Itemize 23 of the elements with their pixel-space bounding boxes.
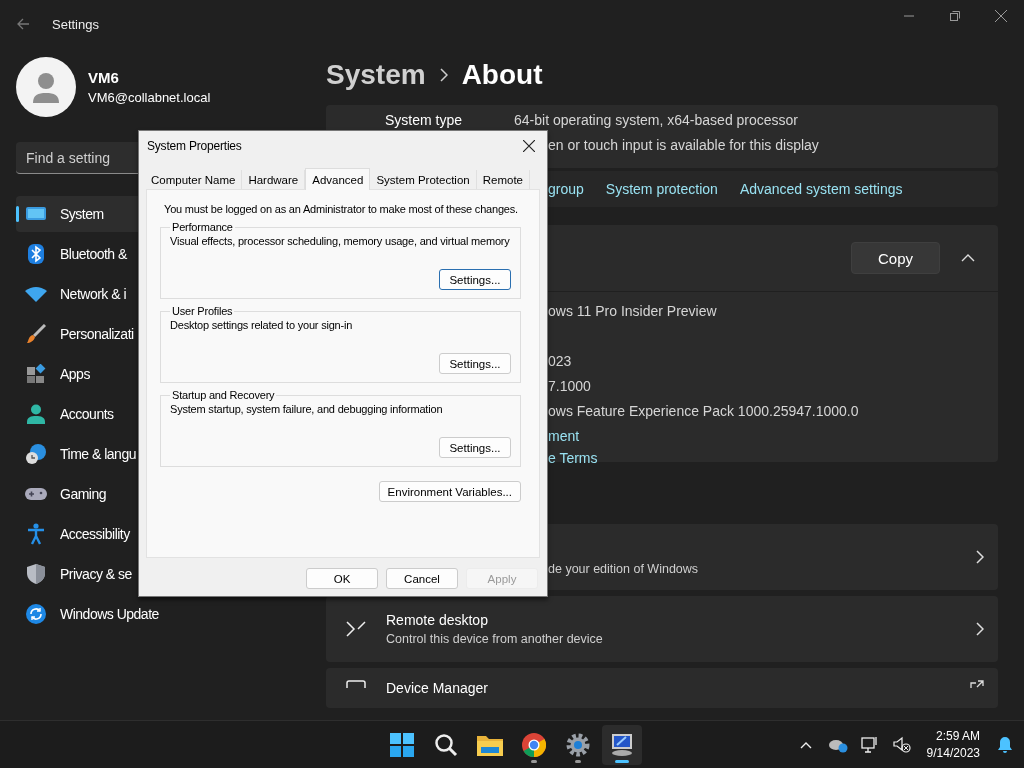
spec-value: 64-bit operating system, x64-based processor [514, 111, 799, 128]
group-title: Performance [171, 221, 234, 233]
row-title: Device Manager [386, 680, 489, 696]
row-title: Remote desktop [386, 612, 489, 628]
spec-value: 7.1000 [548, 377, 592, 396]
spec-label: System type [385, 111, 464, 128]
spec-value: ows 11 Pro Insider Preview [548, 302, 718, 321]
user-email: VM6@collabnet.local [88, 90, 211, 105]
spec-value: en or touch input is available for this display [548, 136, 819, 153]
group-title: User Profiles [171, 305, 234, 317]
row-subtitle: de your edition of Windows [548, 562, 700, 576]
page-title: About [461, 59, 543, 91]
user-name: VM6 [88, 69, 120, 86]
group-title: Startup and Recovery [171, 389, 276, 401]
row-subtitle: Control this device from another device [386, 632, 604, 646]
group-description: Desktop settings related to your sign-in [170, 319, 354, 331]
notice-text: You must be logged on as an Administrator to make most of these changes. [164, 203, 519, 215]
group-description: System startup, system failure, and debugging information [170, 403, 444, 415]
spec-value: 023 [548, 352, 573, 371]
window-title: Settings [52, 16, 99, 32]
spec-value: ows Feature Experience Pack 1000.25947.1000.0 [548, 402, 860, 421]
group-description: Visual effects, processor scheduling, memory usage, and virtual memory [170, 235, 511, 247]
dialog-title: System Properties [147, 139, 242, 153]
